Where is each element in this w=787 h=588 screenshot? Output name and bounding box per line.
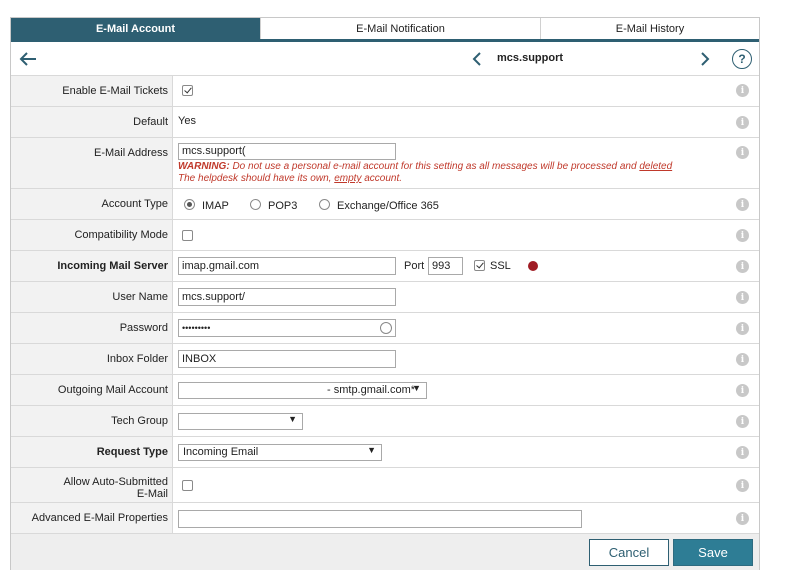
label-inbox-folder: Inbox Folder — [11, 344, 173, 374]
enable-tickets-checkbox[interactable] — [182, 85, 193, 96]
user-name-input[interactable]: mcs.support/ — [178, 288, 396, 306]
label-tech-group: Tech Group — [11, 406, 173, 436]
save-button[interactable]: Save — [673, 539, 753, 566]
info-icon[interactable]: i — [736, 291, 749, 304]
row-outgoing-account: Outgoing Mail Account - smtp.gmail.com* … — [11, 375, 759, 406]
label-compatibility-mode: Compatibility Mode — [11, 220, 173, 250]
warning-text-1: Do not use a personal e-mail account for… — [229, 161, 640, 172]
label-advanced-properties: Advanced E-Mail Properties — [11, 503, 173, 533]
email-warning: WARNING: Do not use a personal e-mail ac… — [178, 161, 728, 185]
label-auto-submitted-line2: E-Mail — [136, 488, 168, 500]
info-icon[interactable]: i — [736, 446, 749, 459]
connection-status-dot — [528, 261, 538, 271]
port-label: Port — [404, 260, 425, 272]
info-icon[interactable]: i — [736, 116, 749, 129]
inbox-folder-input[interactable]: INBOX — [178, 350, 396, 368]
info-icon[interactable]: i — [736, 512, 749, 525]
row-email-address: E-Mail Address mcs.support( WARNING: Do … — [11, 138, 759, 189]
reveal-password-icon[interactable] — [380, 322, 392, 334]
password-value: ••••••••• — [182, 323, 211, 333]
chevron-left-icon[interactable] — [471, 51, 483, 67]
question-circle-icon[interactable]: ? — [732, 49, 752, 69]
label-incoming-server: Incoming Mail Server — [11, 251, 173, 281]
row-default: Default Yes i — [11, 107, 759, 138]
compatibility-mode-checkbox[interactable] — [182, 230, 193, 241]
label-request-type: Request Type — [11, 437, 173, 467]
info-icon[interactable]: i — [736, 260, 749, 273]
row-incoming-server: Incoming Mail Server imap.gmail.com Port… — [11, 251, 759, 282]
port-input[interactable]: 993 — [428, 257, 463, 275]
row-enable-tickets: Enable E-Mail Tickets i — [11, 76, 759, 107]
info-icon[interactable]: i — [736, 229, 749, 242]
row-inbox-folder: Inbox Folder INBOX i — [11, 344, 759, 375]
warning-text-3: account. — [361, 173, 403, 184]
tab-email-history[interactable]: E-Mail History — [541, 18, 759, 39]
info-icon[interactable]: i — [736, 415, 749, 428]
password-input[interactable]: ••••••••• — [178, 319, 396, 337]
form-rows: Enable E-Mail Tickets i Default Yes i E-… — [11, 76, 759, 534]
radio-exchange-label: Exchange/Office 365 — [337, 200, 439, 212]
record-nav-bar: mcs.support ? — [11, 42, 759, 76]
email-address-input[interactable]: mcs.support( — [178, 143, 396, 160]
cancel-button[interactable]: Cancel — [589, 539, 669, 566]
arrow-left-icon[interactable] — [18, 50, 38, 68]
request-type-value: Incoming Email — [183, 446, 259, 458]
row-request-type: Request Type Incoming Email ▼ i — [11, 437, 759, 468]
outgoing-account-select[interactable]: - smtp.gmail.com* ▼ — [178, 382, 427, 399]
info-icon[interactable]: i — [736, 322, 749, 335]
label-enable-tickets: Enable E-Mail Tickets — [11, 76, 173, 106]
label-account-type: Account Type — [11, 189, 173, 219]
row-tech-group: Tech Group ▼ i — [11, 406, 759, 437]
label-auto-submitted: Allow Auto-Submitted E-Mail — [11, 468, 173, 502]
radio-exchange[interactable] — [319, 199, 330, 210]
advanced-properties-input[interactable] — [178, 510, 582, 528]
row-account-type: Account Type IMAP POP3 Exchange/Office 3… — [11, 189, 759, 220]
warning-link-deleted: deleted — [639, 161, 673, 172]
warning-prefix: WARNING: — [178, 161, 230, 172]
caret-down-icon: ▼ — [288, 414, 297, 424]
form-footer: Cancel Save — [11, 534, 759, 570]
ssl-checkbox[interactable] — [474, 260, 485, 271]
info-icon[interactable]: i — [736, 198, 749, 211]
radio-imap[interactable] — [184, 199, 195, 210]
radio-pop3[interactable] — [250, 199, 261, 210]
tech-group-select[interactable]: ▼ — [178, 413, 303, 430]
info-icon[interactable]: i — [736, 479, 749, 492]
row-user-name: User Name mcs.support/ i — [11, 282, 759, 313]
info-icon[interactable]: i — [736, 84, 749, 97]
row-compatibility-mode: Compatibility Mode i — [11, 220, 759, 251]
warning-text-2: The helpdesk should have its own, — [178, 173, 335, 184]
outgoing-account-value: - smtp.gmail.com* — [327, 384, 416, 396]
default-value: Yes — [178, 115, 196, 127]
incoming-server-input[interactable]: imap.gmail.com — [178, 257, 396, 275]
info-icon[interactable]: i — [736, 384, 749, 397]
auto-submitted-checkbox[interactable] — [182, 480, 193, 491]
tab-email-notification[interactable]: E-Mail Notification — [261, 18, 541, 39]
warning-link-empty: empty — [334, 173, 362, 184]
label-default: Default — [11, 107, 173, 137]
tab-bar: E-Mail Account E-Mail Notification E-Mai… — [11, 18, 759, 42]
row-auto-submitted: Allow Auto-Submitted E-Mail i — [11, 468, 759, 503]
request-type-select[interactable]: Incoming Email ▼ — [178, 444, 382, 461]
info-icon[interactable]: i — [736, 353, 749, 366]
label-email-address: E-Mail Address — [11, 138, 173, 188]
info-icon[interactable]: i — [736, 146, 749, 159]
row-password: Password ••••••••• i — [11, 313, 759, 344]
row-advanced-properties: Advanced E-Mail Properties i — [11, 503, 759, 534]
radio-pop3-label: POP3 — [268, 200, 298, 212]
tab-email-account[interactable]: E-Mail Account — [11, 18, 261, 39]
label-outgoing-account: Outgoing Mail Account — [11, 375, 173, 405]
chevron-right-icon[interactable] — [699, 51, 711, 67]
caret-down-icon: ▼ — [367, 445, 376, 455]
label-auto-submitted-line1: Allow Auto-Submitted — [63, 476, 168, 488]
label-user-name: User Name — [11, 282, 173, 312]
email-settings-panel: E-Mail Account E-Mail Notification E-Mai… — [10, 17, 760, 570]
record-title: mcs.support — [497, 52, 564, 64]
caret-down-icon: ▼ — [412, 383, 421, 393]
label-password: Password — [11, 313, 173, 343]
ssl-label: SSL — [490, 260, 511, 272]
radio-imap-label: IMAP — [202, 200, 229, 212]
